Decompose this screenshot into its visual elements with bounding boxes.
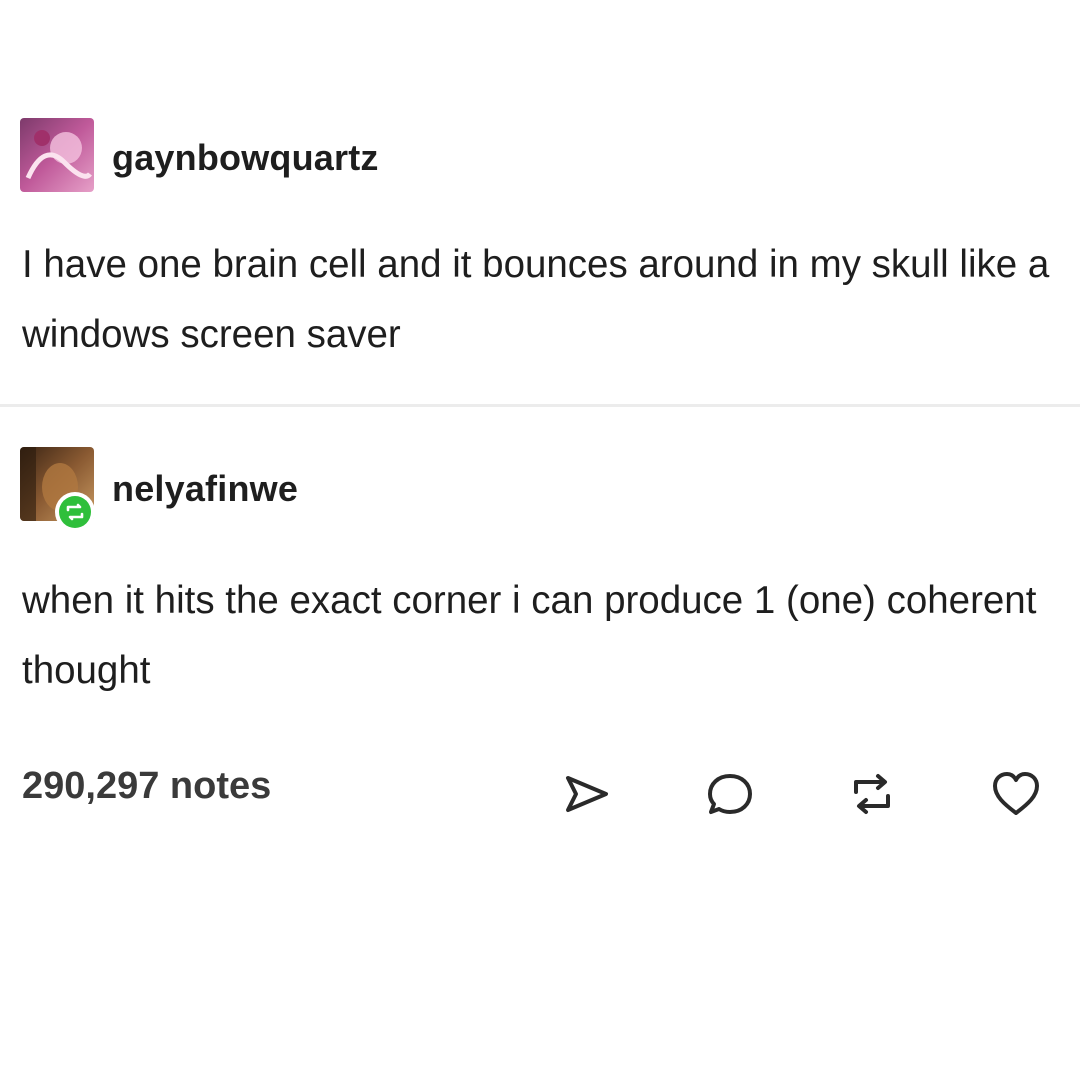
post-text-1: I have one brain cell and it bounces aro… — [22, 243, 1050, 356]
like-icon[interactable] — [986, 764, 1046, 824]
post-text-2: when it hits the exact corner i can prod… — [22, 579, 1037, 692]
avatar-gaynbowquartz[interactable] — [20, 118, 94, 192]
divider — [0, 404, 1080, 407]
avatar-image — [20, 118, 94, 192]
reblog-badge-icon — [66, 503, 84, 521]
tumblr-post: gaynbowquartz I have one brain cell and … — [0, 0, 1080, 1080]
username-nelyafinwe[interactable]: nelyafinwe — [112, 468, 298, 510]
username-gaynbowquartz[interactable]: gaynbowquartz — [112, 137, 379, 179]
notes-count[interactable]: 290,297 notes — [22, 765, 271, 808]
reply-icon[interactable] — [700, 764, 760, 824]
reblog-badge — [55, 492, 95, 532]
reblog-icon[interactable] — [842, 764, 902, 824]
share-icon[interactable] — [556, 764, 616, 824]
